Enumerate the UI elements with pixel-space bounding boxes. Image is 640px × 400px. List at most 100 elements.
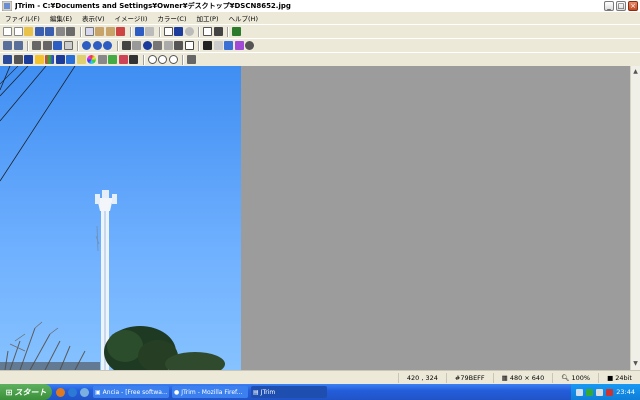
text-icon[interactable]: [174, 27, 183, 36]
firefox-quicklaunch-icon[interactable]: [56, 387, 65, 397]
maximize-button[interactable]: □: [616, 1, 626, 11]
scan-icon[interactable]: [66, 27, 75, 36]
paste-new-icon[interactable]: [105, 27, 115, 36]
taskbar-item-firefox[interactable]: ● JTrim - Mozilla Firef...: [172, 386, 248, 398]
edge-icon[interactable]: [174, 41, 183, 50]
noise-icon[interactable]: [163, 41, 173, 50]
flip-vertical-icon[interactable]: [42, 41, 52, 50]
security-tray-icon[interactable]: [606, 388, 614, 396]
menu-image[interactable]: イメージ(I): [110, 13, 153, 23]
menu-edit[interactable]: 編集(E): [45, 13, 77, 23]
grid-icon[interactable]: [203, 27, 212, 36]
zoom-out-icon[interactable]: [168, 55, 178, 64]
brush-icon[interactable]: [234, 41, 244, 50]
capture-icon[interactable]: [116, 27, 125, 36]
hue-icon[interactable]: [34, 55, 44, 64]
menu-process[interactable]: 加工(P): [192, 13, 224, 23]
task-label: Ancia - [Free softwa...: [102, 388, 168, 396]
redo-icon[interactable]: [145, 27, 154, 36]
new-from-clipboard-icon[interactable]: [13, 27, 23, 36]
zoom-dropdown-icon[interactable]: [147, 55, 157, 64]
zoom-level: 100%: [571, 374, 591, 382]
gamma-icon[interactable]: [76, 55, 86, 64]
image-workspace[interactable]: [0, 66, 630, 370]
menu-file[interactable]: ファイル(F): [0, 13, 45, 23]
rotate-icon[interactable]: [53, 41, 62, 50]
antivirus-tray-icon[interactable]: [586, 388, 594, 396]
scroll-down-icon[interactable]: ▼: [632, 360, 639, 368]
toolbar-color: [0, 52, 640, 66]
dither-icon[interactable]: [213, 41, 223, 50]
photo-canvas[interactable]: [0, 66, 241, 370]
menu-help[interactable]: ヘルプ(H): [224, 13, 263, 23]
resize-icon[interactable]: [3, 41, 12, 50]
zoom-in-icon[interactable]: [158, 55, 167, 64]
trim-icon[interactable]: [13, 41, 23, 50]
window-title: JTrim - C:¥Documents and Settings¥Owner¥…: [15, 2, 291, 10]
rotate-right-icon[interactable]: [92, 41, 102, 50]
invert-icon[interactable]: [108, 55, 117, 64]
window-icon: ▣: [95, 388, 101, 396]
rgb-icon[interactable]: [45, 55, 54, 64]
network-tray-icon[interactable]: [576, 388, 584, 396]
palette-icon[interactable]: [232, 27, 241, 36]
undo-icon[interactable]: [134, 27, 144, 36]
mosaic-icon[interactable]: [153, 41, 162, 50]
rotate-left-icon[interactable]: [82, 41, 91, 50]
canvas-icon[interactable]: [63, 41, 73, 50]
sepia-icon[interactable]: [118, 55, 128, 64]
posterize-icon[interactable]: [97, 55, 107, 64]
media-quicklaunch-icon[interactable]: [80, 387, 89, 397]
vertical-scrollbar[interactable]: ▲ ▼: [630, 66, 640, 370]
sharpen-icon[interactable]: [121, 41, 131, 50]
menu-view[interactable]: 表示(V): [77, 13, 110, 23]
open-folder-icon[interactable]: [24, 27, 33, 36]
emboss-icon[interactable]: [142, 41, 152, 50]
flip-horizontal-icon[interactable]: [32, 41, 41, 50]
zoom-icon: 🔍︎: [561, 374, 570, 382]
jtrim-icon: ▤: [253, 388, 259, 396]
frame-icon[interactable]: [184, 41, 194, 50]
ie-quicklaunch-icon[interactable]: [68, 387, 77, 397]
grayscale-icon[interactable]: [13, 55, 23, 64]
start-button[interactable]: ⊞ スタート: [0, 384, 52, 400]
image-size-icon: ▦: [501, 374, 508, 382]
start-label: スタート: [14, 387, 47, 397]
solarize-icon[interactable]: [203, 41, 212, 50]
toolbar-file: [0, 24, 640, 38]
pen-icon[interactable]: [224, 41, 233, 50]
new-icon[interactable]: [3, 27, 12, 36]
scroll-up-icon[interactable]: ▲: [632, 68, 639, 76]
close-button[interactable]: ×: [628, 1, 638, 11]
volume-tray-icon[interactable]: [596, 388, 604, 396]
save-as-icon[interactable]: [45, 27, 54, 36]
color-balance-icon[interactable]: [3, 55, 12, 64]
paste-icon[interactable]: [95, 27, 104, 36]
color-wheel-icon[interactable]: [87, 55, 96, 64]
circle-select-icon[interactable]: [184, 27, 194, 36]
image-size: 480 × 640: [509, 374, 545, 382]
contrast-icon[interactable]: [24, 55, 33, 64]
minimize-button[interactable]: _: [604, 1, 614, 11]
taskbar-item-jtrim[interactable]: ▤ JTrim: [251, 386, 327, 398]
copy-icon[interactable]: [84, 27, 94, 36]
print-icon[interactable]: [55, 27, 65, 36]
color-depth-icon: ■: [607, 374, 614, 382]
taskbar-item-ancia[interactable]: ▣ Ancia - [Free softwa...: [93, 386, 169, 398]
ruler-icon[interactable]: [213, 27, 223, 36]
levels-icon[interactable]: [55, 55, 65, 64]
cursor-coords: 420 , 324: [397, 373, 446, 383]
menu-color[interactable]: カラー(C): [152, 13, 191, 23]
jtrim-app-icon: [2, 1, 12, 11]
fit-window-icon[interactable]: [163, 27, 173, 36]
blur-icon[interactable]: [132, 41, 141, 50]
task-label: JTrim - Mozilla Firef...: [181, 388, 243, 396]
system-tray: 23:44: [571, 384, 640, 400]
rotate-180-icon[interactable]: [103, 41, 112, 50]
menu-bar: ファイル(F) 編集(E) 表示(V) イメージ(I) カラー(C) 加工(P)…: [0, 12, 640, 23]
spiral-icon[interactable]: [245, 41, 254, 50]
eyedropper-icon[interactable]: [187, 55, 196, 64]
saturation-icon[interactable]: [66, 55, 75, 64]
monochrome-icon[interactable]: [129, 55, 138, 64]
save-icon[interactable]: [34, 27, 44, 36]
